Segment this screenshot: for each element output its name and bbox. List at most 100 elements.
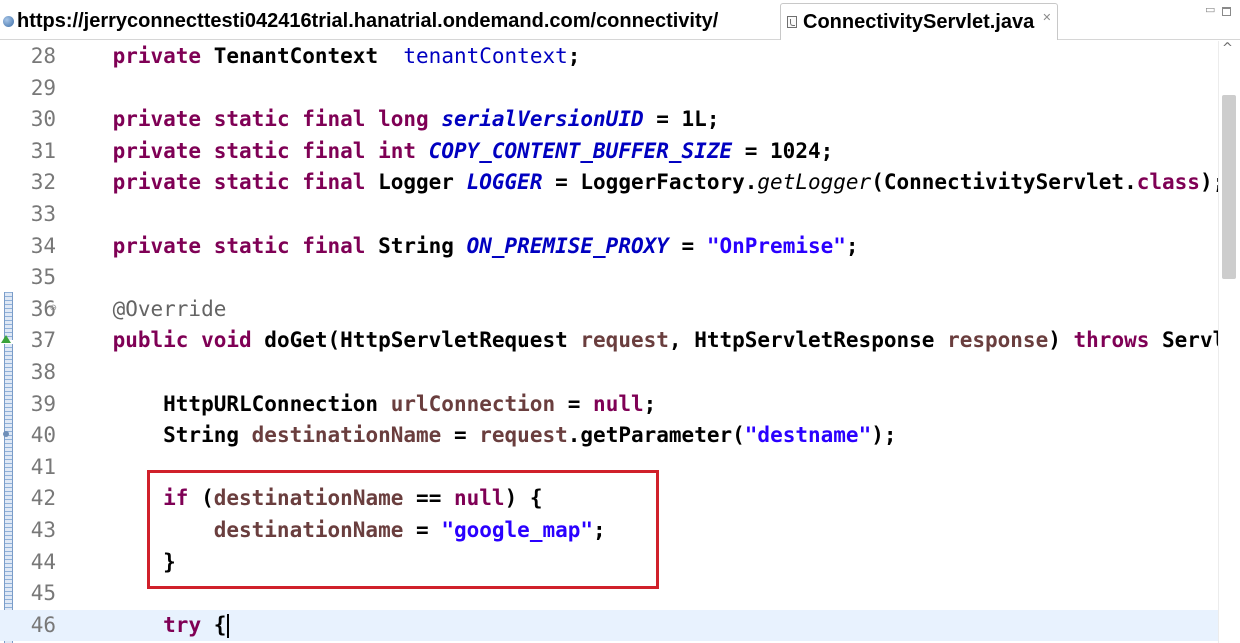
code-token: private static final int — [112, 138, 417, 163]
code-token: doGet(HttpServletRequest — [251, 328, 581, 353]
fold-collapse-icon[interactable]: ⊖ — [50, 292, 57, 324]
code-editor[interactable]: 28 private TenantContext tenantContext; 2… — [0, 41, 1240, 643]
code-token: = — [668, 233, 707, 258]
code-token: = — [555, 391, 594, 416]
scroll-up-arrow-icon[interactable]: ^ — [1222, 41, 1233, 56]
code-token: "OnPremise" — [706, 233, 846, 258]
code-token: request — [479, 423, 568, 448]
code-token: ON_PREMISE_PROXY — [466, 233, 669, 258]
tab-connectivity-servlet-label: ConnectivityServlet.java — [803, 10, 1035, 33]
line-number: 28 — [30, 44, 56, 68]
code-text: private static final long serialVersionU… — [62, 104, 720, 136]
globe-icon — [3, 16, 14, 27]
code-token: null — [593, 391, 644, 416]
line-number: 42 — [30, 486, 56, 511]
code-token: private static final — [112, 170, 366, 195]
code-token: ); — [871, 423, 897, 448]
code-line[interactable]: 29 — [0, 73, 1218, 105]
code-line[interactable]: 30 private static final long serialVersi… — [0, 104, 1218, 136]
code-token: = — [441, 423, 480, 448]
line-number: 32 — [30, 170, 56, 195]
scrollbar-thumb[interactable] — [1222, 95, 1236, 279]
line-number: 37 — [30, 328, 56, 353]
line-number: 40 — [30, 423, 56, 448]
code-token: = LoggerFactory. — [542, 170, 758, 195]
code-token: COPY_CONTENT_BUFFER_SIZE — [428, 138, 733, 163]
code-token: class — [1136, 170, 1200, 195]
code-line[interactable]: 31 private static final int COPY_CONTENT… — [0, 136, 1218, 168]
code-token: response — [947, 328, 1049, 353]
maximize-icon[interactable] — [1222, 7, 1231, 16]
line-number: 31 — [30, 138, 56, 163]
highlight-box — [147, 470, 659, 589]
code-token: String — [365, 233, 467, 258]
code-line[interactable]: 28 private TenantContext tenantContext; — [0, 41, 1218, 73]
code-text: try { — [62, 610, 230, 642]
code-line[interactable]: 39 HttpURLConnection urlConnection = nul… — [0, 389, 1218, 421]
code-text: public void doGet(HttpServletRequest req… — [62, 325, 1240, 357]
code-line[interactable]: 37 public void doGet(HttpServletRequest … — [0, 325, 1240, 357]
line-number: 46 — [30, 612, 56, 637]
line-number: 35 — [30, 265, 56, 290]
code-token: private static final long — [112, 107, 429, 132]
code-text: @Override — [62, 294, 227, 326]
code-line[interactable]: 40 String destinationName = request.getP… — [0, 420, 1218, 452]
code-token: private static final — [112, 233, 366, 258]
tab-browser-url[interactable]: https://jerryconnecttesti042416trial.han… — [0, 3, 718, 40]
code-token: throws — [1073, 328, 1150, 353]
code-line[interactable]: 33 — [0, 199, 1218, 231]
minimize-icon[interactable]: ▭ — [1205, 3, 1215, 16]
code-text: private static final Logger LOGGER = Log… — [62, 167, 1226, 199]
line-number: 41 — [30, 454, 56, 479]
line-number: 44 — [30, 549, 56, 574]
line-number: 39 — [30, 391, 56, 416]
code-token: private — [112, 44, 202, 68]
code-line[interactable]: 46 try { — [0, 609, 1218, 642]
tab-connectivity-servlet[interactable]: ConnectivityServlet.java ✕ — [780, 3, 1058, 40]
code-token: getLogger — [757, 170, 872, 195]
code-token: ; — [643, 391, 657, 416]
code-line[interactable]: 36 ⊖ @Override — [0, 294, 1218, 326]
code-token: public void — [112, 328, 252, 353]
code-text: private TenantContext tenantContext; — [62, 41, 581, 73]
code-token: TenantContext — [201, 44, 404, 68]
line-number: 45 — [30, 581, 56, 606]
close-tab-icon[interactable]: ✕ — [1042, 11, 1051, 24]
code-token: serialVersionUID — [441, 107, 644, 132]
code-token: try — [163, 612, 202, 637]
code-line[interactable]: 35 — [0, 262, 1218, 294]
code-line[interactable]: 32 private static final Logger LOGGER = … — [0, 167, 1226, 199]
code-token: destinationName — [251, 423, 442, 448]
code-token: urlConnection — [390, 391, 556, 416]
code-token: .getParameter( — [567, 423, 745, 448]
code-token: ; — [845, 233, 859, 258]
line-number: 29 — [30, 75, 56, 100]
code-token: = 1L; — [643, 107, 720, 132]
code-token: "destname" — [744, 423, 872, 448]
code-token: String — [62, 423, 252, 448]
code-token: tenantContext — [403, 44, 568, 68]
code-text: String destinationName = request.getPara… — [62, 420, 897, 452]
text-cursor — [227, 613, 230, 638]
code-line[interactable]: 38 — [0, 357, 1218, 389]
vertical-scrollbar[interactable]: ^ — [1218, 41, 1240, 643]
editor-tab-bar: https://jerryconnecttesti042416trial.han… — [0, 0, 1240, 40]
code-line[interactable]: 34 private static final String ON_PREMIS… — [0, 231, 1218, 263]
line-number: 38 — [30, 360, 56, 384]
code-token: ) — [1048, 328, 1074, 353]
code-text: HttpURLConnection urlConnection = null; — [62, 389, 656, 421]
code-text: private static final String ON_PREMISE_P… — [62, 231, 859, 263]
tab-browser-url-label: https://jerryconnecttesti042416trial.han… — [17, 10, 719, 32]
code-text: private static final int COPY_CONTENT_BU… — [62, 136, 834, 168]
code-token: , HttpServletResponse — [668, 328, 948, 353]
line-number: 33 — [30, 202, 56, 226]
line-number: 30 — [30, 107, 56, 132]
